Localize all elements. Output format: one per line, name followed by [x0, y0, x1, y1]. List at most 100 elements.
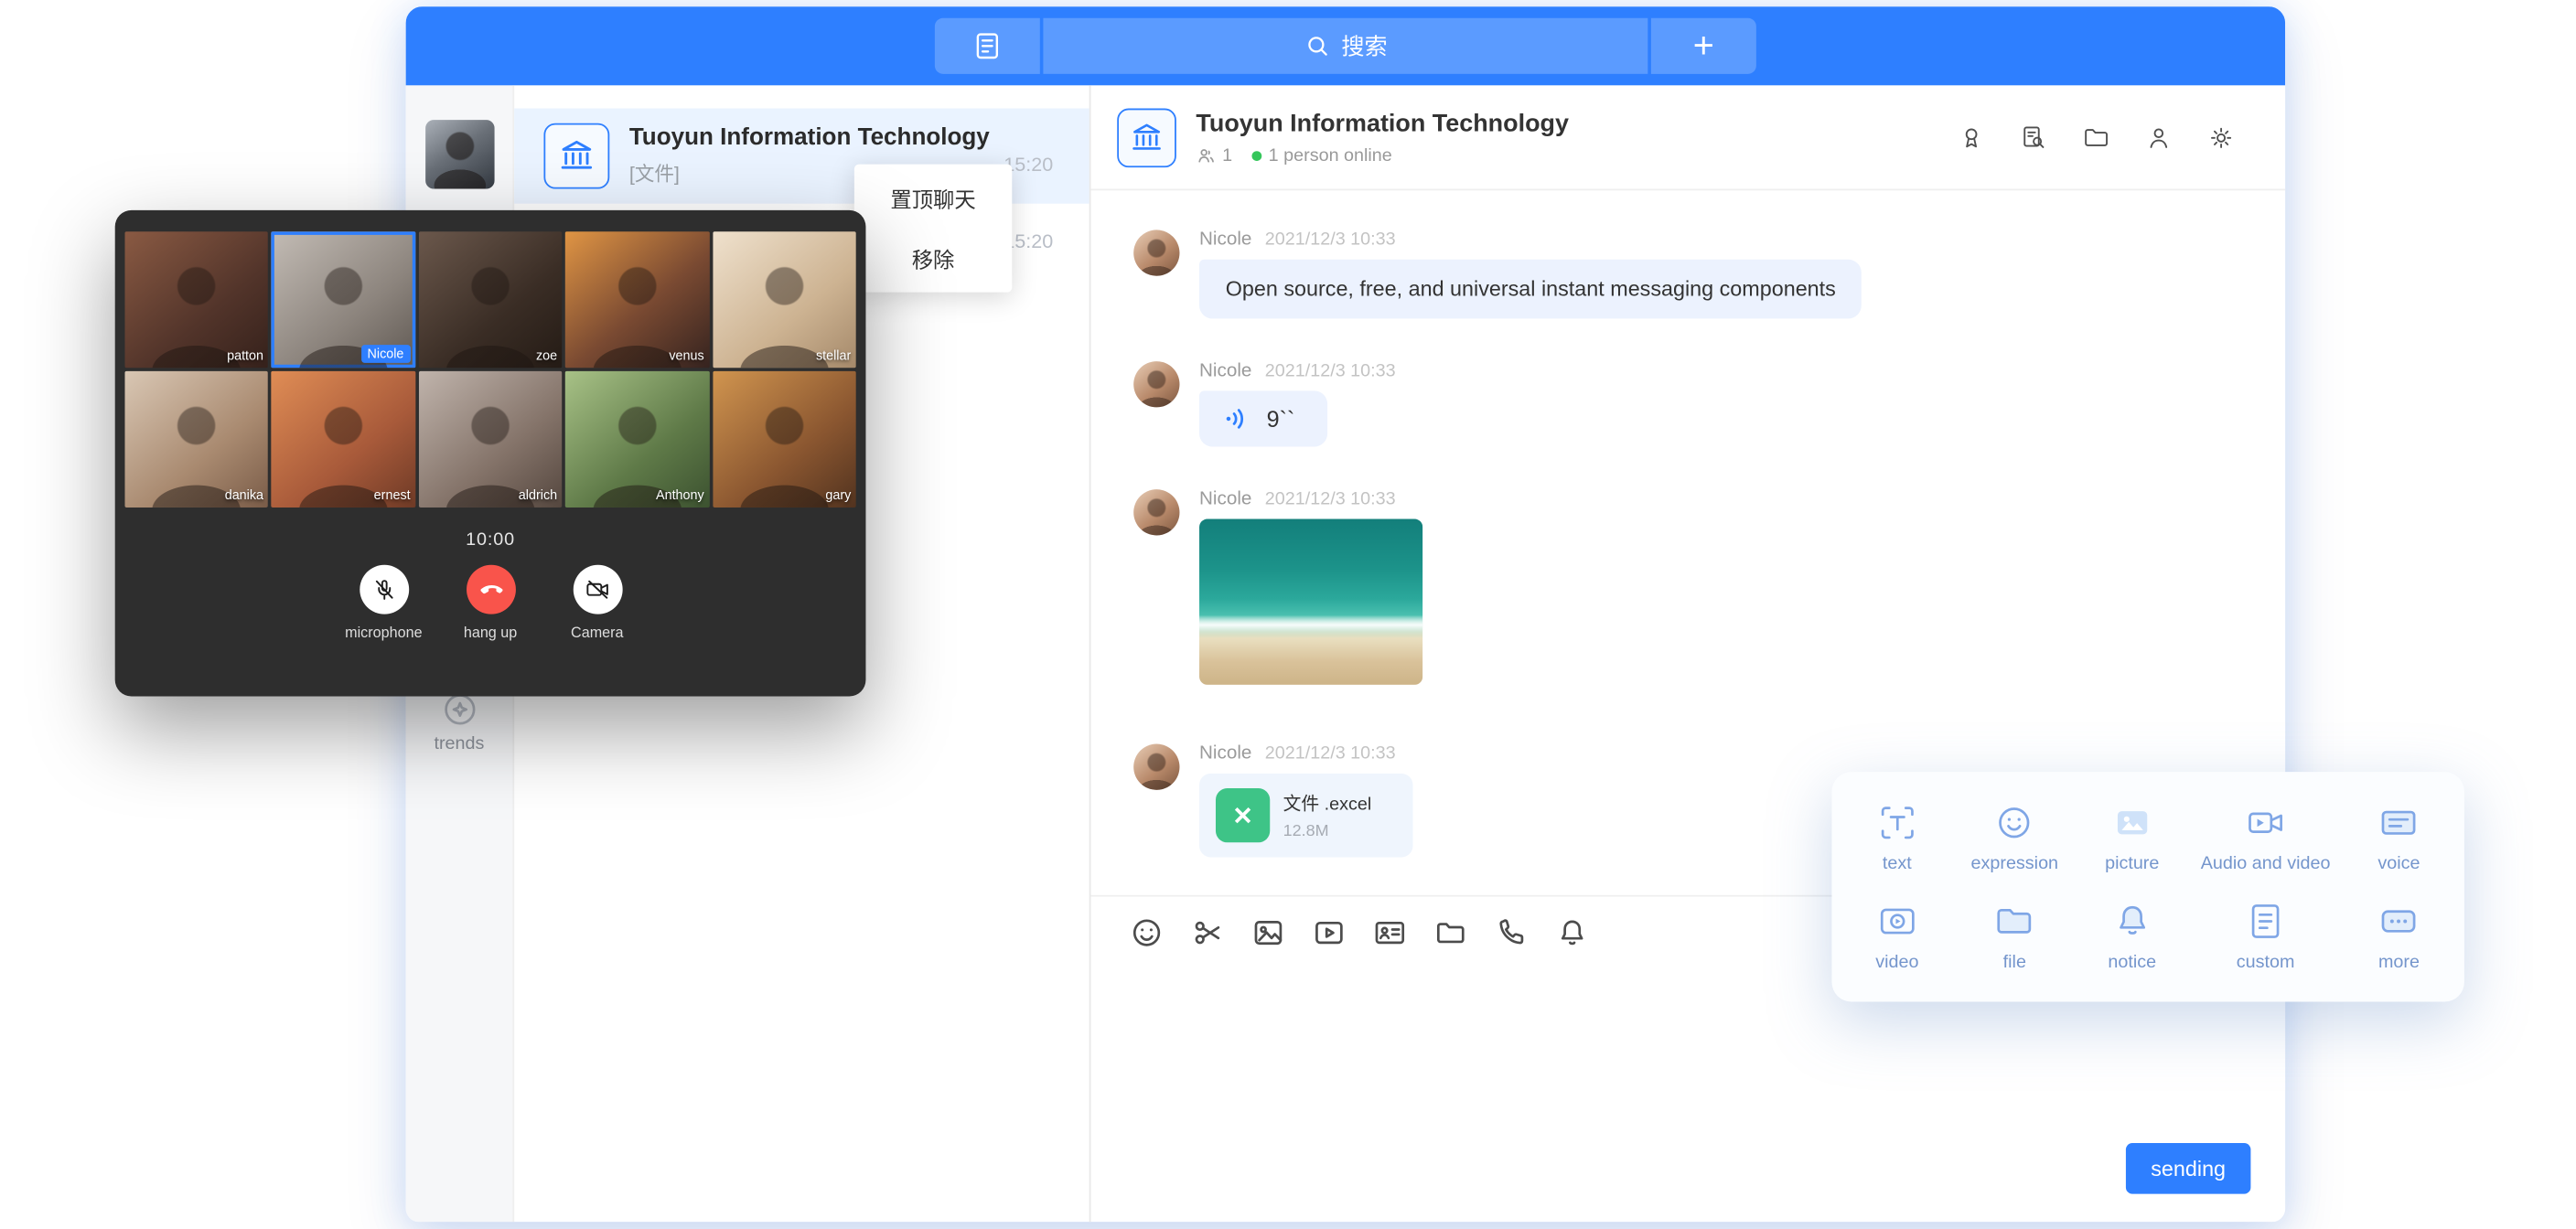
- action-voice[interactable]: voice: [2340, 788, 2457, 887]
- voice-icon: [2377, 801, 2420, 844]
- action-audio-video[interactable]: Audio and video: [2191, 788, 2340, 887]
- message-input[interactable]: [1090, 969, 2285, 1223]
- participant-tile: Anthony: [565, 371, 709, 508]
- notice-bell-icon: [2110, 900, 2153, 943]
- sender-name: Nicole: [1199, 362, 1251, 382]
- participant-name: Anthony: [656, 487, 704, 502]
- participant-tile: gary: [713, 371, 856, 508]
- video-icon[interactable]: [1313, 916, 1346, 949]
- sender-avatar[interactable]: [1133, 490, 1179, 536]
- text-bubble: Open source, free, and universal instant…: [1199, 260, 1862, 319]
- action-text[interactable]: text: [1839, 788, 1956, 887]
- hangup-label: hang up: [464, 624, 517, 640]
- picture-icon: [2110, 801, 2153, 844]
- sender-avatar[interactable]: [1133, 744, 1179, 790]
- action-label: picture: [2105, 854, 2159, 874]
- voice-waves-icon: [1222, 404, 1251, 433]
- action-expression[interactable]: expression: [1956, 788, 2073, 887]
- participant-name: venus: [669, 348, 703, 363]
- bell-icon[interactable]: [1556, 916, 1589, 949]
- participant-tile: patton: [124, 231, 268, 368]
- participant-name: stellar: [816, 348, 851, 363]
- action-label: notice: [2108, 953, 2156, 973]
- file-card[interactable]: ✕ 文件 .excel 12.8M: [1199, 774, 1412, 858]
- action-file[interactable]: file: [1956, 887, 2073, 986]
- context-menu: 置顶聊天 移除: [854, 165, 1012, 293]
- notes-button[interactable]: [935, 18, 1040, 74]
- building-icon: [1129, 119, 1165, 155]
- chat-header-actions: [1957, 123, 2236, 152]
- emoji-icon[interactable]: [1131, 916, 1164, 949]
- timestamp: 2021/12/3 10:33: [1265, 490, 1396, 510]
- call-timer: 10:00: [115, 530, 866, 550]
- call-panel: patton Nicole zoe venus stellar danika e…: [115, 210, 866, 697]
- participant-tile: aldrich: [419, 371, 563, 508]
- camera-label: Camera: [571, 624, 623, 640]
- action-label: file: [2003, 953, 2026, 973]
- participant-grid: patton Nicole zoe venus stellar danika e…: [124, 231, 855, 508]
- timestamp: 2021/12/3 10:33: [1265, 362, 1396, 382]
- history-search-icon[interactable]: [2019, 123, 2048, 152]
- action-custom[interactable]: custom: [2191, 887, 2340, 986]
- hangup-icon: [466, 565, 515, 614]
- participant-tile: Nicole: [272, 231, 415, 368]
- sidebar-item-trends[interactable]: trends: [406, 689, 513, 753]
- folder-icon[interactable]: [1434, 916, 1467, 949]
- context-menu-item-pin[interactable]: 置顶聊天: [854, 167, 1012, 228]
- sender-avatar[interactable]: [1133, 230, 1179, 275]
- action-more[interactable]: more: [2340, 887, 2457, 986]
- action-label: Audio and video: [2201, 854, 2331, 874]
- participant-name: zoe: [536, 348, 557, 363]
- contact-card-icon[interactable]: [1373, 916, 1406, 949]
- microphone-button[interactable]: microphone: [334, 565, 433, 641]
- participant-name: Nicole: [360, 345, 410, 363]
- voice-bubble[interactable]: 9``: [1199, 391, 1327, 447]
- sender-avatar[interactable]: [1133, 362, 1179, 408]
- scissors-icon[interactable]: [1191, 916, 1224, 949]
- action-picture[interactable]: picture: [2074, 788, 2191, 887]
- actions-panel: text expression picture Audio and video …: [1831, 772, 2463, 1001]
- building-icon: [557, 136, 596, 176]
- hangup-button[interactable]: hang up: [441, 565, 540, 641]
- message: Nicole 2021/12/3 10:33: [1133, 490, 2285, 686]
- sender-name: Nicole: [1199, 490, 1251, 510]
- image-attachment[interactable]: [1199, 519, 1422, 685]
- search-assembly: 搜索 +: [935, 18, 1756, 74]
- action-video[interactable]: video: [1839, 887, 1956, 986]
- members-icon[interactable]: [2144, 123, 2174, 152]
- search-placeholder: 搜索: [1341, 29, 1387, 62]
- image-icon[interactable]: [1251, 916, 1284, 949]
- camera-button[interactable]: Camera: [548, 565, 647, 641]
- online-dot: [1252, 150, 1262, 160]
- desktop: 搜索 + trends: [0, 0, 2576, 1228]
- action-label: more: [2378, 953, 2420, 973]
- member-count: 1: [1222, 145, 1232, 166]
- context-menu-item-remove[interactable]: 移除: [854, 229, 1012, 289]
- phone-icon[interactable]: [1495, 916, 1528, 949]
- participant-tile: ernest: [272, 371, 415, 508]
- trends-label: trends: [406, 734, 513, 754]
- settings-gear-icon[interactable]: [2206, 123, 2236, 152]
- action-notice[interactable]: notice: [2074, 887, 2191, 986]
- group-title: Tuoyun Information Technology: [1196, 109, 1569, 137]
- more-dots-icon: [2377, 900, 2420, 943]
- participant-tile: danika: [124, 371, 268, 508]
- custom-doc-icon: [2244, 900, 2287, 943]
- online-status: 1 person online: [1269, 145, 1392, 166]
- add-button[interactable]: +: [1651, 18, 1756, 74]
- voice-duration: 9``: [1267, 405, 1295, 433]
- microphone-label: microphone: [345, 624, 422, 640]
- participant-tile: venus: [565, 231, 709, 368]
- participant-name: ernest: [374, 487, 411, 502]
- send-button[interactable]: sending: [2126, 1143, 2250, 1194]
- group-avatar[interactable]: [1117, 108, 1176, 167]
- call-controls: microphone hang up Camera: [115, 565, 866, 641]
- profile-avatar[interactable]: [424, 120, 493, 188]
- essence-medal-icon[interactable]: [1957, 123, 1986, 152]
- group-files-icon[interactable]: [2081, 123, 2110, 152]
- action-label: voice: [2377, 854, 2420, 874]
- audio-video-icon: [2244, 801, 2287, 844]
- search-input[interactable]: 搜索: [1043, 18, 1648, 74]
- participant-name: aldrich: [519, 487, 557, 502]
- mic-muted-icon: [359, 565, 408, 614]
